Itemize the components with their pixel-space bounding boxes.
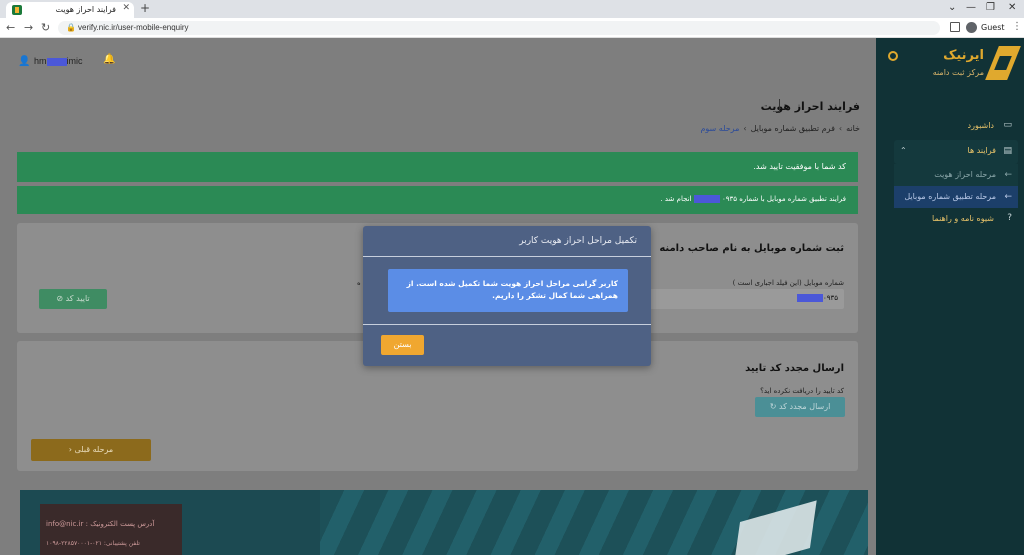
card-title: ارسال مجدد کد تایید: [745, 363, 844, 374]
modal-message: کاربر گرامی مراحل احراز هویت شما تکمیل ش…: [406, 279, 618, 300]
url-text: verify.nic.ir/user-mobile-enquiry: [78, 23, 189, 32]
success-alert: کد شما با موفقیت تایید شد.: [17, 152, 858, 182]
page-title: فرایند احراز هویت: [760, 100, 860, 113]
url-field[interactable]: 🔒 verify.nic.ir/user-mobile-enquiry: [58, 21, 940, 35]
sidebar-item-mobile-step[interactable]: ← مرحله تطبیق شماره موبایل: [894, 186, 1018, 208]
resend-hint: کد تایید را دریافت نکرده اید؟: [760, 387, 844, 395]
close-button[interactable]: بستن: [381, 335, 424, 355]
modal-divider: [363, 324, 651, 325]
mobile-match-text-start: فرایند تطبیق شماره موبایل با شماره ۰۹۳۵: [721, 195, 846, 203]
profile-label[interactable]: Guest: [981, 23, 1005, 32]
sidebar-item-verify-step[interactable]: ← مرحله احراز هویت: [894, 164, 1018, 186]
breadcrumb-home[interactable]: خانه: [846, 124, 860, 133]
redacted-block: [796, 294, 823, 302]
window-dropdown-icon[interactable]: ⌄: [948, 2, 956, 13]
modal-divider: [363, 256, 651, 257]
resend-code-button[interactable]: ارسال مجدد کد ↻: [755, 397, 845, 417]
user-icon[interactable]: 👤: [18, 56, 30, 67]
card-title: ثبت شماره موبایل به نام صاحب دامنه: [659, 243, 844, 254]
forward-icon[interactable]: →: [24, 21, 33, 34]
maximize-icon[interactable]: ❐: [986, 2, 995, 13]
modal-message-box: کاربر گرامی مراحل احراز هویت شما تکمیل ش…: [388, 269, 628, 312]
lock-icon: 🔒: [66, 23, 76, 32]
redacted-block: [46, 57, 67, 66]
back-icon[interactable]: ←: [6, 21, 15, 34]
sidebar-item-guide[interactable]: ? شیوه نامه و راهنما: [876, 210, 1024, 228]
new-tab-icon[interactable]: +: [140, 1, 150, 15]
document-icon: ▤: [1003, 146, 1012, 156]
confirm-code-button[interactable]: تایید کد ⊘: [39, 289, 107, 309]
help-icon: ?: [1007, 213, 1012, 223]
profile-avatar-icon[interactable]: [966, 22, 977, 33]
username[interactable]: hm imic: [34, 56, 83, 66]
breadcrumb: خانه›فرم تطبیق شماره موبایل›مرحله سوم: [700, 124, 860, 133]
browser-menu-icon[interactable]: ⋮: [1012, 21, 1022, 32]
contact-phone: تلفن پشتیبانی: ۰۲۱-۲۲۸۵۷۰۰۰۱-۱۰۹۸: [46, 540, 140, 547]
close-tab-icon[interactable]: ✕: [122, 3, 130, 13]
side-panel-icon[interactable]: [950, 22, 960, 32]
sidebar: ایرنیک مرکز ثبت دامنه ▭ داشبورد ▤ فرایند…: [876, 38, 1024, 555]
sidebar-item-dashboard[interactable]: ▭ داشبورد: [876, 117, 1024, 135]
sidebar-item-label: مرحله احراز هویت: [934, 170, 996, 179]
close-window-icon[interactable]: ✕: [1008, 2, 1016, 13]
sidebar-item-label: شیوه نامه و راهنما: [932, 214, 994, 223]
tab-title: فرایند احراز هویت: [55, 5, 117, 14]
sidebar-item-processes[interactable]: ▤ فرایند ها ⌃: [894, 140, 1018, 164]
chevron-up-icon: ⌃: [900, 146, 907, 155]
arrow-icon: ←: [1004, 192, 1012, 202]
modal-title: تکمیل مراحل احراز هویت کاربر: [519, 236, 637, 246]
mobile-match-text-end: انجام شد .: [660, 195, 692, 203]
minimize-icon[interactable]: —: [966, 2, 976, 13]
sidebar-item-label: فرایند ها: [967, 146, 997, 155]
browser-tab-bar: فرایند احراز هویت ✕ + ⌄ — ❐ ✕: [0, 0, 1024, 18]
mobile-field-label: شماره موبایل (این فیلد اجباری است ): [732, 279, 844, 287]
arrow-icon: ←: [1004, 170, 1012, 180]
contact-email[interactable]: آدرس پست الکترونیک : info@nic.ir: [46, 520, 154, 528]
target-icon[interactable]: [888, 51, 898, 61]
code-field-label-partial: ه: [357, 279, 361, 287]
site-favicon-icon: [12, 5, 22, 15]
sidebar-item-label: داشبورد: [967, 121, 994, 130]
irnic-logo-icon: [988, 44, 1018, 84]
logo-name: ایرنیک: [943, 48, 984, 63]
mobile-match-alert: فرایند تطبیق شماره موبایل با شماره ۰۹۳۵ …: [17, 186, 858, 214]
contact-box: آدرس پست الکترونیک : info@nic.ir تلفن پش…: [40, 504, 182, 555]
monitor-icon: ▭: [1003, 120, 1012, 130]
breadcrumb-current: مرحله سوم: [700, 124, 740, 133]
redacted-block: [693, 195, 720, 203]
user-bar: 👤 hm imic 🔔: [0, 38, 876, 78]
notification-bell-icon[interactable]: 🔔: [103, 54, 115, 65]
previous-step-button[interactable]: مرحله قبلی ‹: [31, 439, 151, 461]
completion-modal: تکمیل مراحل احراز هویت کاربر کاربر گرامی…: [363, 226, 651, 366]
success-alert-text: کد شما با موفقیت تایید شد.: [753, 162, 846, 171]
sidebar-item-label: مرحله تطبیق شماره موبایل: [904, 192, 996, 201]
breadcrumb-form[interactable]: فرم تطبیق شماره موبایل: [751, 124, 835, 133]
title-divider: [779, 99, 780, 113]
reload-icon[interactable]: ↻: [41, 21, 50, 34]
logo-subtitle: مرکز ثبت دامنه: [932, 68, 984, 77]
mobile-number-value: ۰۹۳۵: [796, 294, 838, 302]
footer: آدرس پست الکترونیک : info@nic.ir تلفن پش…: [20, 490, 868, 555]
browser-tab[interactable]: فرایند احراز هویت ✕: [6, 2, 134, 18]
address-bar: ← → ↻ 🔒 verify.nic.ir/user-mobile-enquir…: [0, 18, 1024, 38]
